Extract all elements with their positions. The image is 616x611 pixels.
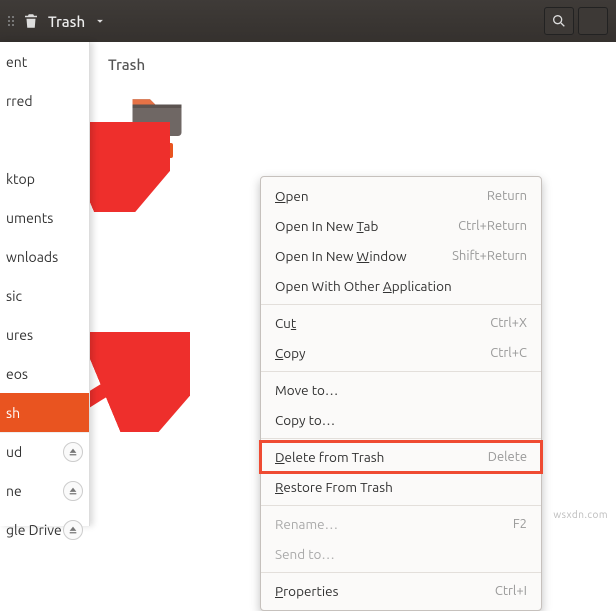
menu-separator: [261, 438, 541, 439]
sidebar-item-label: rred: [6, 93, 33, 109]
search-button[interactable]: [544, 7, 574, 35]
menu-item: Rename… F2: [261, 509, 541, 539]
sidebar-item-label: sic: [6, 288, 22, 304]
sidebar-item[interactable]: ent: [0, 42, 89, 81]
menu-item-label: Open In New Tab: [275, 218, 378, 234]
content-pane[interactable]: Trash Files Open Return Open In New Tab Ctr…: [90, 42, 616, 526]
trash-icon: [22, 12, 40, 30]
menu-separator: [261, 371, 541, 372]
menu-item-label: Delete from Trash: [275, 449, 384, 465]
sidebar-item-label: ud: [6, 444, 22, 460]
menu-item-label: Copy: [275, 345, 306, 361]
sidebar-item[interactable]: ures: [0, 315, 89, 354]
menu-item[interactable]: Copy to…: [261, 405, 541, 435]
eject-button[interactable]: [63, 520, 83, 540]
menu-item[interactable]: Open With Other Application: [261, 271, 541, 301]
sidebar-item-label: eos: [6, 366, 28, 382]
menu-item-label: Properties: [275, 583, 338, 599]
location-header: Trash: [108, 56, 145, 73]
menu-item[interactable]: Open In New Window Shift+Return: [261, 241, 541, 271]
menu-item[interactable]: Properties Ctrl+I: [261, 576, 541, 606]
eject-button[interactable]: [63, 442, 83, 462]
sidebar-item-label: ent: [6, 54, 27, 70]
sidebar-item-label: ures: [6, 327, 33, 343]
sidebar-item-label: wnloads: [6, 249, 58, 265]
menu-separator: [261, 572, 541, 573]
menu-item: Send to…: [261, 539, 541, 569]
eject-button[interactable]: [63, 481, 83, 501]
sidebar-item-label: ne: [6, 483, 22, 499]
sidebar-item-label: ktop: [6, 171, 35, 187]
menu-item[interactable]: Copy Ctrl+C: [261, 338, 541, 368]
menu-item-label: Copy to…: [275, 412, 335, 428]
menu-item-label: Open In New Window: [275, 248, 407, 264]
menu-item-label: Send to…: [275, 546, 335, 562]
menu-item[interactable]: Move to…: [261, 375, 541, 405]
sidebar-item[interactable]: ne: [0, 471, 89, 510]
watermark: wsxdn.com: [553, 509, 608, 520]
menu-item-accelerator: F2: [513, 517, 527, 531]
folder-icon: [129, 92, 181, 136]
menu-item-accelerator: Delete: [488, 450, 527, 464]
menu-item-label: Open With Other Application: [275, 278, 452, 294]
folder-label: Files: [137, 143, 173, 158]
sidebar-item[interactable]: [0, 120, 89, 159]
sidebar: ent rred ktop uments wnloads sic ures eos sh ud ne…: [0, 42, 90, 526]
menu-item[interactable]: Open Return: [261, 181, 541, 211]
sidebar-item-label: sh: [6, 405, 20, 421]
menu-item[interactable]: Open In New Tab Ctrl+Return: [261, 211, 541, 241]
sidebar-item-label: gle Drive: [6, 522, 62, 538]
menu-item[interactable]: Cut Ctrl+X: [261, 308, 541, 338]
menu-item-accelerator: Return: [487, 189, 527, 203]
sidebar-item[interactable]: ktop: [0, 159, 89, 198]
sidebar-item[interactable]: rred: [0, 81, 89, 120]
menu-item-label: Move to…: [275, 382, 338, 398]
menu-item[interactable]: Delete from Trash Delete: [261, 442, 541, 472]
toolbar-button[interactable]: [578, 7, 608, 35]
menu-item-label: Cut: [275, 315, 296, 331]
sidebar-item[interactable]: ud: [0, 432, 89, 471]
sidebar-item[interactable]: gle Drive: [0, 510, 89, 549]
titlebar: Trash: [0, 0, 616, 42]
sidebar-item-label: uments: [6, 210, 53, 226]
sidebar-item[interactable]: eos: [0, 354, 89, 393]
location-dropdown-button[interactable]: [91, 7, 109, 35]
drag-handle-icon: [8, 1, 14, 41]
folder-item-files[interactable]: Files: [122, 92, 188, 158]
menu-item[interactable]: Restore From Trash: [261, 472, 541, 502]
window-title: Trash: [48, 13, 85, 30]
menu-item-accelerator: Shift+Return: [452, 249, 527, 263]
context-menu: OpenReturnOpen In New TabCtrl+ReturnOpen…: [260, 176, 542, 611]
sidebar-item[interactable]: uments: [0, 198, 89, 237]
menu-item-label: Open: [275, 188, 309, 204]
sidebar-item[interactable]: wnloads: [0, 237, 89, 276]
menu-item-accelerator: Ctrl+I: [495, 584, 527, 598]
menu-separator: [261, 304, 541, 305]
menu-item-accelerator: Ctrl+Return: [458, 219, 527, 233]
sidebar-item[interactable]: sh: [0, 393, 89, 432]
menu-item-label: Rename…: [275, 516, 338, 532]
main-area: ent rred ktop uments wnloads sic ures eos sh ud ne…: [0, 42, 616, 526]
menu-item-accelerator: Ctrl+X: [490, 316, 527, 330]
sidebar-item[interactable]: sic: [0, 276, 89, 315]
menu-item-label: Restore From Trash: [275, 479, 393, 495]
menu-item-accelerator: Ctrl+C: [490, 346, 527, 360]
menu-separator: [261, 505, 541, 506]
